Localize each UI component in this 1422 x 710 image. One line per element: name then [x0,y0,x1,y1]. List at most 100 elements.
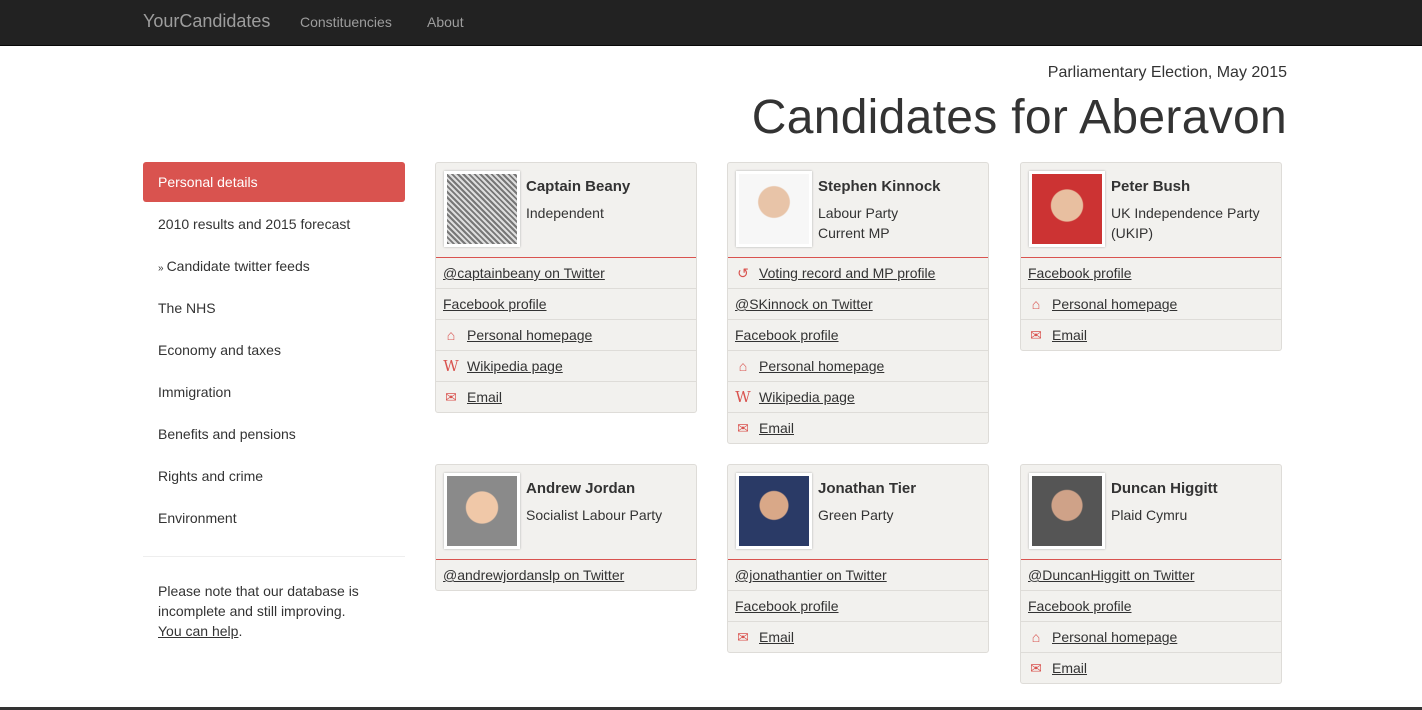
nav-about[interactable]: About [427,14,464,30]
candidate-link-row: ⌂ Personal homepage [1021,621,1281,652]
facebook-profile-link[interactable]: Facebook profile [735,598,839,614]
candidate-party: Socialist Labour Party [526,505,691,525]
candidate-photo [736,473,812,549]
candidate-photo [1029,171,1105,247]
duncanhiggitt-on-twitter-link[interactable]: @DuncanHiggitt on Twitter [1028,567,1194,583]
email-link[interactable]: Email [759,420,794,436]
party-label: Labour Party [818,205,899,221]
candidate-link-row: ✉ Email [1021,652,1281,683]
sidebar-item-rights-crime[interactable]: Rights and crime [143,456,405,496]
sidebar-item-label: Candidate twitter feeds [166,258,310,274]
wikipedia-page-link[interactable]: Wikipedia page [759,389,855,405]
personal-homepage-link[interactable]: Personal homepage [1052,296,1177,312]
candidate-header: Duncan Higgitt Plaid Cymru [1021,465,1281,560]
candidate-party: Plaid Cymru [1111,505,1276,525]
sidebar-item-immigration[interactable]: Immigration [143,372,405,412]
captainbeany-on-twitter-link[interactable]: @captainbeany on Twitter [443,265,605,281]
candidate-name: Duncan Higgitt [1111,480,1218,497]
help-link[interactable]: You can help [158,623,238,639]
jonathantier-on-twitter-link[interactable]: @jonathantier on Twitter [735,567,887,583]
envelope-icon: ✉ [1030,660,1042,676]
email-link[interactable]: Email [1052,327,1087,343]
candidate-header: Peter Bush UK Independence Party (UKIP) [1021,163,1281,258]
envelope-icon: ✉ [1030,327,1042,343]
candidate-link-row: W Wikipedia page [436,350,696,381]
sidebar-item-nhs[interactable]: The NHS [143,288,405,328]
sidebar-item-twitter-feeds[interactable]: » Candidate twitter feeds [143,246,405,286]
party-label: Plaid Cymru [1111,507,1188,523]
envelope-icon: ✉ [445,389,457,405]
candidate-link-row: ⌂ Personal homepage [436,319,696,350]
email-link[interactable]: Email [759,629,794,645]
candidate-party: Independent [526,203,691,223]
candidate-card: Jonathan Tier Green Party @jonathantier on… [727,464,989,653]
candidate-card: Andrew Jordan Socialist Labour Party @andr… [435,464,697,591]
sidebar-item-benefits[interactable]: Benefits and pensions [143,414,405,454]
home-icon: ⌂ [446,327,456,343]
candidate-card: Duncan Higgitt Plaid Cymru @DuncanHiggitt … [1020,464,1282,684]
envelope-icon: ✉ [737,420,749,436]
home-icon: ⌂ [1031,296,1041,312]
sidebar-item-personal-details[interactable]: Personal details [143,162,405,202]
candidate-link-row: ⌂ Personal homepage [1021,288,1281,319]
wikipedia-icon: W [735,388,751,406]
wikipedia-page-link[interactable]: Wikipedia page [467,358,563,374]
candidate-photo [1029,473,1105,549]
candidate-name: Jonathan Tier [818,480,917,497]
election-subtitle: Parliamentary Election, May 2015 [1047,64,1287,81]
candidate-name: Andrew Jordan [526,480,636,497]
andrewjordanslp-on-twitter-link[interactable]: @andrewjordanslp on Twitter [443,567,624,583]
candidate-link-row: Facebook profile [1021,590,1281,621]
voting-record-and-mp-profile-link[interactable]: Voting record and MP profile [759,265,935,281]
candidate-header: Andrew Jordan Socialist Labour Party [436,465,696,560]
brand-link[interactable]: YourCandidates [143,11,270,32]
facebook-profile-link[interactable]: Facebook profile [1028,598,1132,614]
candidate-party: Labour Party Current MP [818,203,983,243]
candidate-link-row: @andrewjordanslp on Twitter [436,560,696,590]
candidate-header: Jonathan Tier Green Party [728,465,988,560]
candidate-link-row: ↺ Voting record and MP profile [728,258,988,288]
candidate-link-row: ✉ Email [1021,319,1281,350]
candidate-link-row: Facebook profile [1021,258,1281,288]
candidate-party: Green Party [818,505,983,525]
party-label: Independent [526,205,604,221]
personal-homepage-link[interactable]: Personal homepage [1052,629,1177,645]
skinnock-on-twitter-link[interactable]: @SKinnock on Twitter [735,296,873,312]
candidate-link-row: Facebook profile [728,590,988,621]
facebook-profile-link[interactable]: Facebook profile [1028,265,1132,281]
email-link[interactable]: Email [1052,660,1087,676]
candidate-link-row: Facebook profile [436,288,696,319]
sidebar-item-economy[interactable]: Economy and taxes [143,330,405,370]
party-label: UK Independence Party (UKIP) [1111,205,1260,241]
top-navbar: YourCandidates Constituencies About [0,0,1422,46]
party-label: Green Party [818,507,894,523]
wikipedia-icon: W [443,357,459,375]
candidate-link-row: @DuncanHiggitt on Twitter [1021,560,1281,590]
envelope-icon: ✉ [737,629,749,645]
email-link[interactable]: Email [467,389,502,405]
sidebar-divider [143,556,405,557]
personal-homepage-link[interactable]: Personal homepage [467,327,592,343]
candidate-header: Captain Beany Independent [436,163,696,258]
candidate-name: Peter Bush [1111,178,1191,195]
sidebar-item-results-forecast[interactable]: 2010 results and 2015 forecast [143,204,405,244]
candidate-header: Stephen Kinnock Labour Party Current MP [728,163,988,258]
facebook-profile-link[interactable]: Facebook profile [443,296,547,312]
candidate-name: Stephen Kinnock [818,178,941,195]
nav-constituencies[interactable]: Constituencies [300,14,392,30]
chevron-down-icon: » [158,263,164,274]
sidebar-item-environment[interactable]: Environment [143,498,405,538]
candidate-name: Captain Beany [526,178,631,195]
facebook-profile-link[interactable]: Facebook profile [735,327,839,343]
page-title: Candidates for Aberavon [751,91,1287,144]
candidate-photo [736,171,812,247]
candidate-card: Captain Beany Independent @captainbeany on… [435,162,697,413]
home-icon: ⌂ [1031,629,1041,645]
candidate-link-row: Facebook profile [728,319,988,350]
incumbent-label: Current MP [818,225,890,241]
sidebar: Personal details 2010 results and 2015 f… [143,162,405,641]
candidate-link-row: ✉ Email [728,412,988,443]
personal-homepage-link[interactable]: Personal homepage [759,358,884,374]
home-icon: ⌂ [738,358,748,374]
party-label: Socialist Labour Party [526,507,663,523]
